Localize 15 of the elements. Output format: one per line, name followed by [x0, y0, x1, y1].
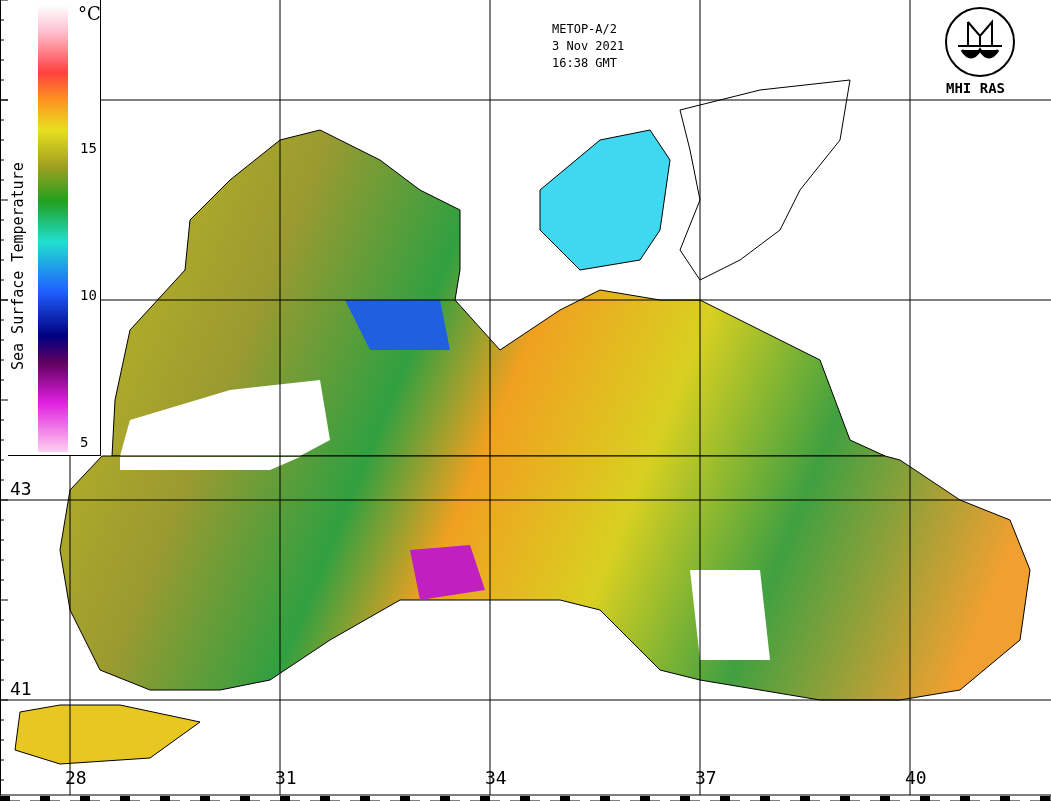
- longitude-label: 28: [65, 767, 87, 788]
- longitude-label: 37: [695, 767, 717, 788]
- longitude-label: 40: [905, 767, 927, 788]
- colorbar-tick-label: 10: [80, 287, 97, 303]
- satellite-name: METOP-A/2: [552, 22, 619, 36]
- colorbar-tick-label: 15: [80, 140, 97, 156]
- colorbar-tick-label: 5: [80, 434, 89, 450]
- legend-title: Sea Surface Temperature: [9, 161, 28, 370]
- institute-logo-icon: [944, 6, 1016, 78]
- time-label: 16:38 GMT: [552, 56, 619, 70]
- longitude-label: 31: [275, 767, 297, 788]
- longitude-label: 34: [485, 767, 507, 788]
- logo-text: MHI RAS: [946, 80, 1005, 96]
- date-label: 3 Nov 2021: [552, 39, 625, 53]
- unit-label: °C: [78, 3, 101, 24]
